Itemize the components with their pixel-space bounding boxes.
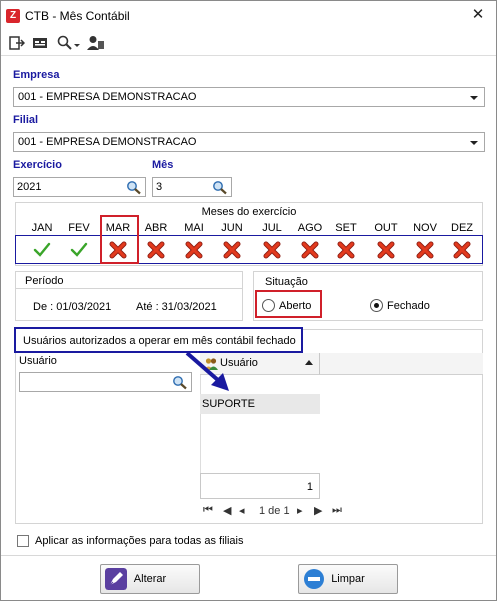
close-x-icon[interactable] <box>377 241 395 259</box>
exit-icon[interactable] <box>9 35 25 51</box>
toolbar <box>1 31 496 56</box>
radio-selected-dot <box>374 303 379 308</box>
next-page-icon-2[interactable]: ▸ <box>297 504 303 517</box>
count-box: 1 <box>200 473 320 499</box>
usuarios-title-box: Usuários autorizados a operar em mês con… <box>14 327 303 353</box>
close-x-icon[interactable] <box>337 241 355 259</box>
exercicio-label: Exercício <box>13 159 62 171</box>
month-label-abr: ABR <box>144 222 168 234</box>
divider <box>1 555 496 556</box>
close-x-icon[interactable] <box>301 241 319 259</box>
table-row[interactable]: SUPORTE <box>200 394 320 414</box>
exercicio-value: 2021 <box>17 181 42 193</box>
title-bar: Z CTB - Mês Contábil ✕ <box>1 1 496 31</box>
exercicio-field[interactable]: 2021 <box>13 177 146 197</box>
periodo-title: Período <box>25 275 64 287</box>
usuarios-title: Usuários autorizados a operar em mês con… <box>23 335 296 347</box>
close-x-icon[interactable] <box>147 241 165 259</box>
app-logo-icon: Z <box>6 9 20 23</box>
empresa-value: 001 - EMPRESA DEMONSTRACAO <box>18 91 197 103</box>
fechado-radio[interactable] <box>370 299 383 312</box>
month-label-set: SET <box>335 222 357 234</box>
month-label-nov: NOV <box>413 222 437 234</box>
table-cell-usuario: SUPORTE <box>202 398 255 410</box>
usuario-search-label: Usuário <box>19 355 57 367</box>
search-icon[interactable] <box>126 180 142 195</box>
empresa-select[interactable]: 001 - EMPRESA DEMONSTRACAO <box>13 87 485 107</box>
check-icon[interactable] <box>70 241 88 259</box>
search-dropdown-icon[interactable] <box>57 35 81 51</box>
mes-field[interactable]: 3 <box>152 177 232 197</box>
filial-label: Filial <box>13 114 39 126</box>
meses-title: Meses do exercício <box>201 206 297 218</box>
aplicar-checkbox[interactable] <box>17 535 29 547</box>
situacao-title: Situação <box>265 276 308 288</box>
highlight-mar <box>100 215 139 264</box>
next-page-icon[interactable]: ▶ <box>314 504 322 517</box>
check-icon[interactable] <box>33 241 51 259</box>
prev-page-icon[interactable]: ◀ <box>223 504 231 517</box>
filial-value: 001 - EMPRESA DEMONSTRACAO <box>18 136 197 148</box>
close-x-icon[interactable] <box>223 241 241 259</box>
prev-page-icon-2[interactable]: ◂ <box>239 504 245 517</box>
annotation-arrow <box>185 351 229 391</box>
search-icon[interactable] <box>212 180 228 195</box>
user-icon[interactable] <box>87 35 105 51</box>
record-count: 1 <box>306 481 313 493</box>
first-page-icon[interactable]: ⏮ <box>203 504 213 517</box>
close-button[interactable]: ✕ <box>469 6 487 24</box>
limpar-label: Limpar <box>331 573 365 585</box>
sort-asc-icon <box>305 360 313 365</box>
page-info: 1 de 1 <box>259 505 290 517</box>
grid-header-filler <box>320 353 483 375</box>
chevron-down-icon <box>470 96 478 100</box>
window: Z CTB - Mês Contábil ✕ Empresa 001 - EMP… <box>0 0 497 601</box>
aplicar-label: Aplicar as informações para todas as fil… <box>35 535 244 547</box>
close-x-icon[interactable] <box>416 241 434 259</box>
aberto-radio[interactable] <box>262 299 275 312</box>
mes-label: Mês <box>152 159 174 171</box>
window-title: CTB - Mês Contábil <box>25 9 130 23</box>
close-x-icon[interactable] <box>453 241 471 259</box>
month-label-jul: JUL <box>262 222 282 234</box>
month-label-mai: MAI <box>184 222 204 234</box>
month-label-dez: DEZ <box>451 222 473 234</box>
close-x-icon[interactable] <box>263 241 281 259</box>
month-label-jan: JAN <box>31 222 53 234</box>
close-x-icon[interactable] <box>185 241 203 259</box>
card-icon[interactable] <box>32 35 50 51</box>
aberto-label: Aberto <box>279 300 312 312</box>
usuario-search-field[interactable] <box>19 372 192 392</box>
month-label-jun: JUN <box>221 222 243 234</box>
empresa-label: Empresa <box>13 69 60 81</box>
chevron-down-icon <box>470 141 478 145</box>
month-label-out: OUT <box>374 222 398 234</box>
fechado-label: Fechado <box>387 300 430 312</box>
month-label-fev: FEV <box>68 222 90 234</box>
alterar-button[interactable]: Alterar <box>100 564 200 594</box>
filial-select[interactable]: 001 - EMPRESA DEMONSTRACAO <box>13 132 485 152</box>
periodo-de: De : 01/03/2021 <box>33 301 112 313</box>
periodo-ate: Até : 31/03/2021 <box>136 301 217 313</box>
alterar-label: Alterar <box>133 573 167 585</box>
month-label-ago: AGO <box>297 222 323 234</box>
limpar-button[interactable]: Limpar <box>298 564 398 594</box>
last-page-icon[interactable]: ⏭ <box>332 504 342 517</box>
mes-value: 3 <box>156 181 163 193</box>
